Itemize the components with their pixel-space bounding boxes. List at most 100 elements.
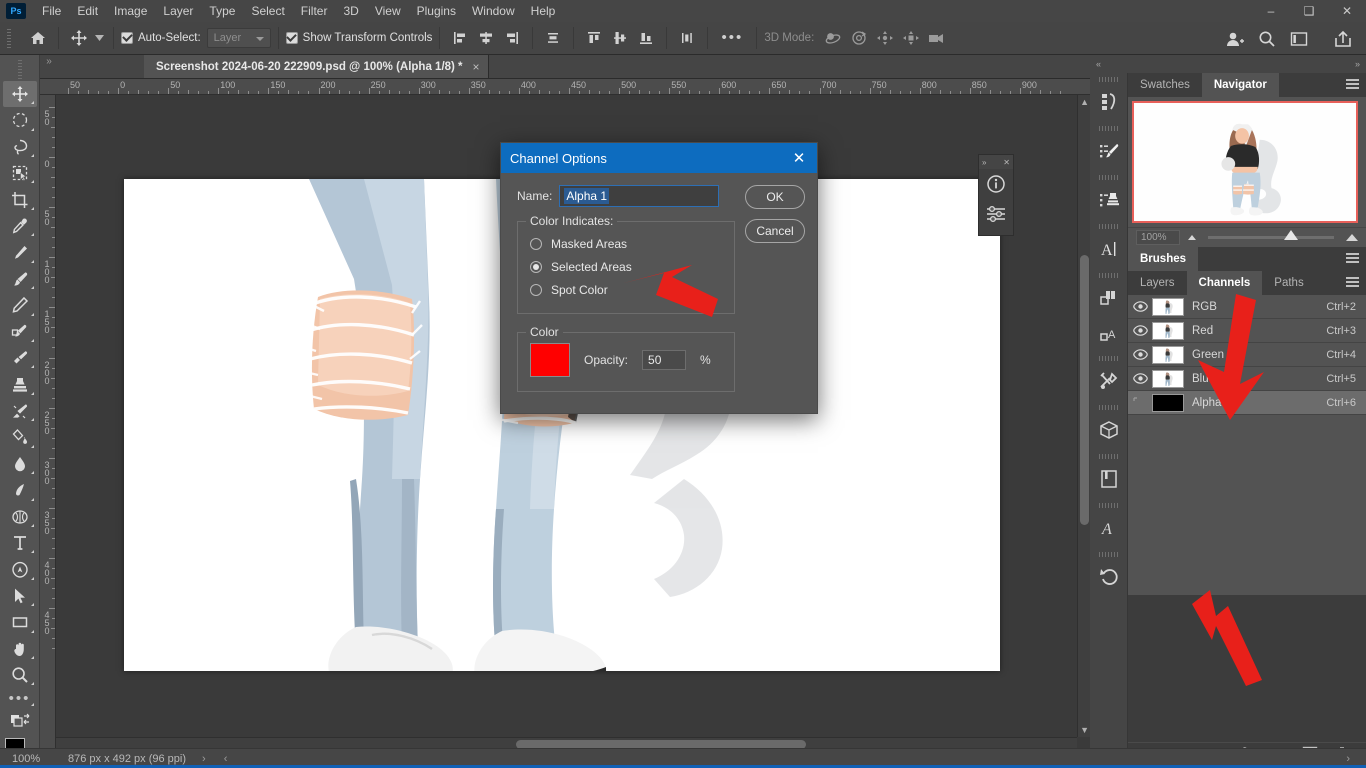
eraser-tool[interactable] [3, 398, 37, 424]
3d-slide-icon[interactable] [898, 26, 924, 50]
radio-spot-color-control[interactable] [530, 283, 542, 296]
menu-help[interactable]: Help [523, 1, 564, 21]
align-horizontal-centers-icon[interactable] [473, 26, 499, 50]
radio-selected-areas[interactable]: Selected Areas [530, 255, 722, 278]
zoom-tool[interactable] [3, 662, 37, 688]
menu-image[interactable]: Image [106, 1, 155, 21]
healing-brush-tool[interactable] [3, 239, 37, 265]
clone-source-icon[interactable] [1090, 180, 1128, 220]
3d-roll-icon[interactable] [846, 26, 872, 50]
close-icon[interactable]: ✕ [1328, 0, 1366, 22]
pencil-eraser-tool[interactable] [3, 292, 37, 318]
toolbar-grip[interactable] [15, 58, 25, 79]
brushes-panel-menu-icon[interactable] [1346, 253, 1359, 264]
menu-type[interactable]: Type [201, 1, 243, 21]
radio-masked-areas-control[interactable] [530, 237, 542, 250]
document-tab-close-icon[interactable]: × [473, 60, 480, 74]
glyphs-icon[interactable]: A [1090, 508, 1128, 548]
paragraph-styles-icon[interactable]: A [1090, 318, 1128, 352]
3d-camera-icon[interactable] [924, 26, 950, 50]
default-colors-icon[interactable] [3, 709, 37, 732]
align-vertical-centers-icon[interactable] [607, 26, 633, 50]
menu-file[interactable]: File [34, 1, 69, 21]
pen-tool[interactable] [3, 556, 37, 582]
3d-icon[interactable] [1090, 410, 1128, 450]
tabstrip-collapse-icon[interactable]: » [40, 55, 58, 78]
zoom-out-icon[interactable] [1188, 235, 1196, 240]
auto-select-scope-dropdown[interactable]: Layer [206, 28, 271, 48]
align-left-edges-icon[interactable] [447, 26, 473, 50]
tab-swatches[interactable]: Swatches [1128, 73, 1202, 97]
navigator-zoom-value[interactable]: 100% [1136, 230, 1180, 245]
options-bar-grip[interactable] [4, 27, 14, 49]
object-selection-tool[interactable] [3, 160, 37, 186]
gradient-tool[interactable] [3, 424, 37, 450]
eye-icon[interactable] [1128, 325, 1152, 336]
menu-plugins[interactable]: Plugins [409, 1, 464, 21]
align-bottom-edges-icon[interactable] [633, 26, 659, 50]
blur-tool[interactable] [3, 451, 37, 477]
channel-thumbnail[interactable] [1152, 321, 1184, 340]
scroll-down-arrow-icon[interactable]: ▼ [1080, 725, 1089, 735]
navigator-preview[interactable] [1128, 97, 1366, 227]
workspace-icon[interactable] [1286, 27, 1312, 51]
dock-collapse-right-icon[interactable]: » [1355, 59, 1360, 69]
color-swatch-button[interactable] [530, 343, 570, 377]
menu-view[interactable]: View [367, 1, 409, 21]
navigator-zoom-slider[interactable] [1208, 230, 1334, 240]
home-icon[interactable] [25, 26, 51, 50]
radio-spot-color[interactable]: Spot Color [530, 278, 722, 301]
navigator-thumbnail[interactable] [1132, 101, 1358, 223]
document-tab[interactable]: Screenshot 2024-06-20 222909.psd @ 100% … [144, 55, 489, 78]
3d-orbit-icon[interactable] [820, 26, 846, 50]
horizontal-ruler[interactable]: 50 0 50 100 150 200 250 300 350 400 450 500 550 600 65… [40, 79, 1090, 95]
tab-channels[interactable]: Channels [1186, 271, 1263, 295]
crop-tool[interactable] [3, 186, 37, 212]
tab-paths[interactable]: Paths [1262, 271, 1316, 295]
history-icon[interactable] [1090, 557, 1128, 597]
auto-select-checkbox[interactable] [121, 32, 133, 44]
radio-selected-areas-control[interactable] [530, 260, 542, 273]
menu-layer[interactable]: Layer [155, 1, 201, 21]
channel-name-input[interactable]: Alpha 1 [559, 185, 720, 207]
eye-icon[interactable] [1128, 301, 1152, 312]
move-tool[interactable] [2, 80, 37, 108]
ok-button[interactable]: OK [745, 185, 805, 209]
channel-options-dialog[interactable]: Channel Options ✕ Name: Alpha 1 OK Cance… [500, 142, 818, 414]
channel-row-blue[interactable]: Blue Ctrl+5 [1128, 367, 1366, 391]
brush-tool[interactable] [3, 266, 37, 292]
show-transform-controls-option[interactable]: Show Transform Controls [285, 32, 432, 44]
edit-toolbar-tool[interactable]: ••• [3, 688, 37, 709]
tab-navigator[interactable]: Navigator [1201, 73, 1279, 97]
channels-panel-menu-icon[interactable] [1346, 277, 1359, 288]
neural-filters-tool[interactable] [3, 504, 37, 530]
type-tool[interactable] [3, 530, 37, 556]
brush-settings-icon[interactable] [1090, 131, 1128, 171]
opacity-input[interactable]: 50 [642, 350, 687, 370]
cancel-button[interactable]: Cancel [745, 219, 805, 243]
align-top-edges-icon[interactable] [581, 26, 607, 50]
channel-thumbnail[interactable] [1152, 369, 1184, 388]
elliptical-marquee-tool[interactable] [3, 107, 37, 133]
status-prev-arrow-icon[interactable]: ‹ [224, 753, 228, 765]
vertical-scroll-thumb[interactable] [1080, 255, 1089, 525]
properties-adjustments-icon[interactable] [979, 199, 1013, 229]
eye-hidden-icon[interactable] [1128, 397, 1152, 408]
navigator-panel-menu-icon[interactable] [1346, 79, 1359, 90]
lasso-tool[interactable] [3, 134, 37, 160]
channel-thumbnail[interactable] [1152, 345, 1184, 364]
eyedropper-tool[interactable] [3, 213, 37, 239]
tab-brushes[interactable]: Brushes [1128, 247, 1199, 271]
tab-layers[interactable]: Layers [1128, 271, 1187, 295]
dialog-title-bar[interactable]: Channel Options ✕ [501, 143, 817, 173]
dock-collapse-left-icon[interactable]: « [1096, 59, 1101, 69]
dodge-tool[interactable] [3, 477, 37, 503]
stamp-tool[interactable] [3, 371, 37, 397]
minimize-icon[interactable]: – [1252, 0, 1290, 22]
3d-pan-icon[interactable] [872, 26, 898, 50]
radio-masked-areas[interactable]: Masked Areas [530, 232, 722, 255]
menu-filter[interactable]: Filter [293, 1, 336, 21]
navigator-zoom-slider-thumb[interactable] [1283, 230, 1298, 240]
hand-tool[interactable] [3, 636, 37, 662]
channel-thumbnail[interactable] [1152, 393, 1184, 412]
